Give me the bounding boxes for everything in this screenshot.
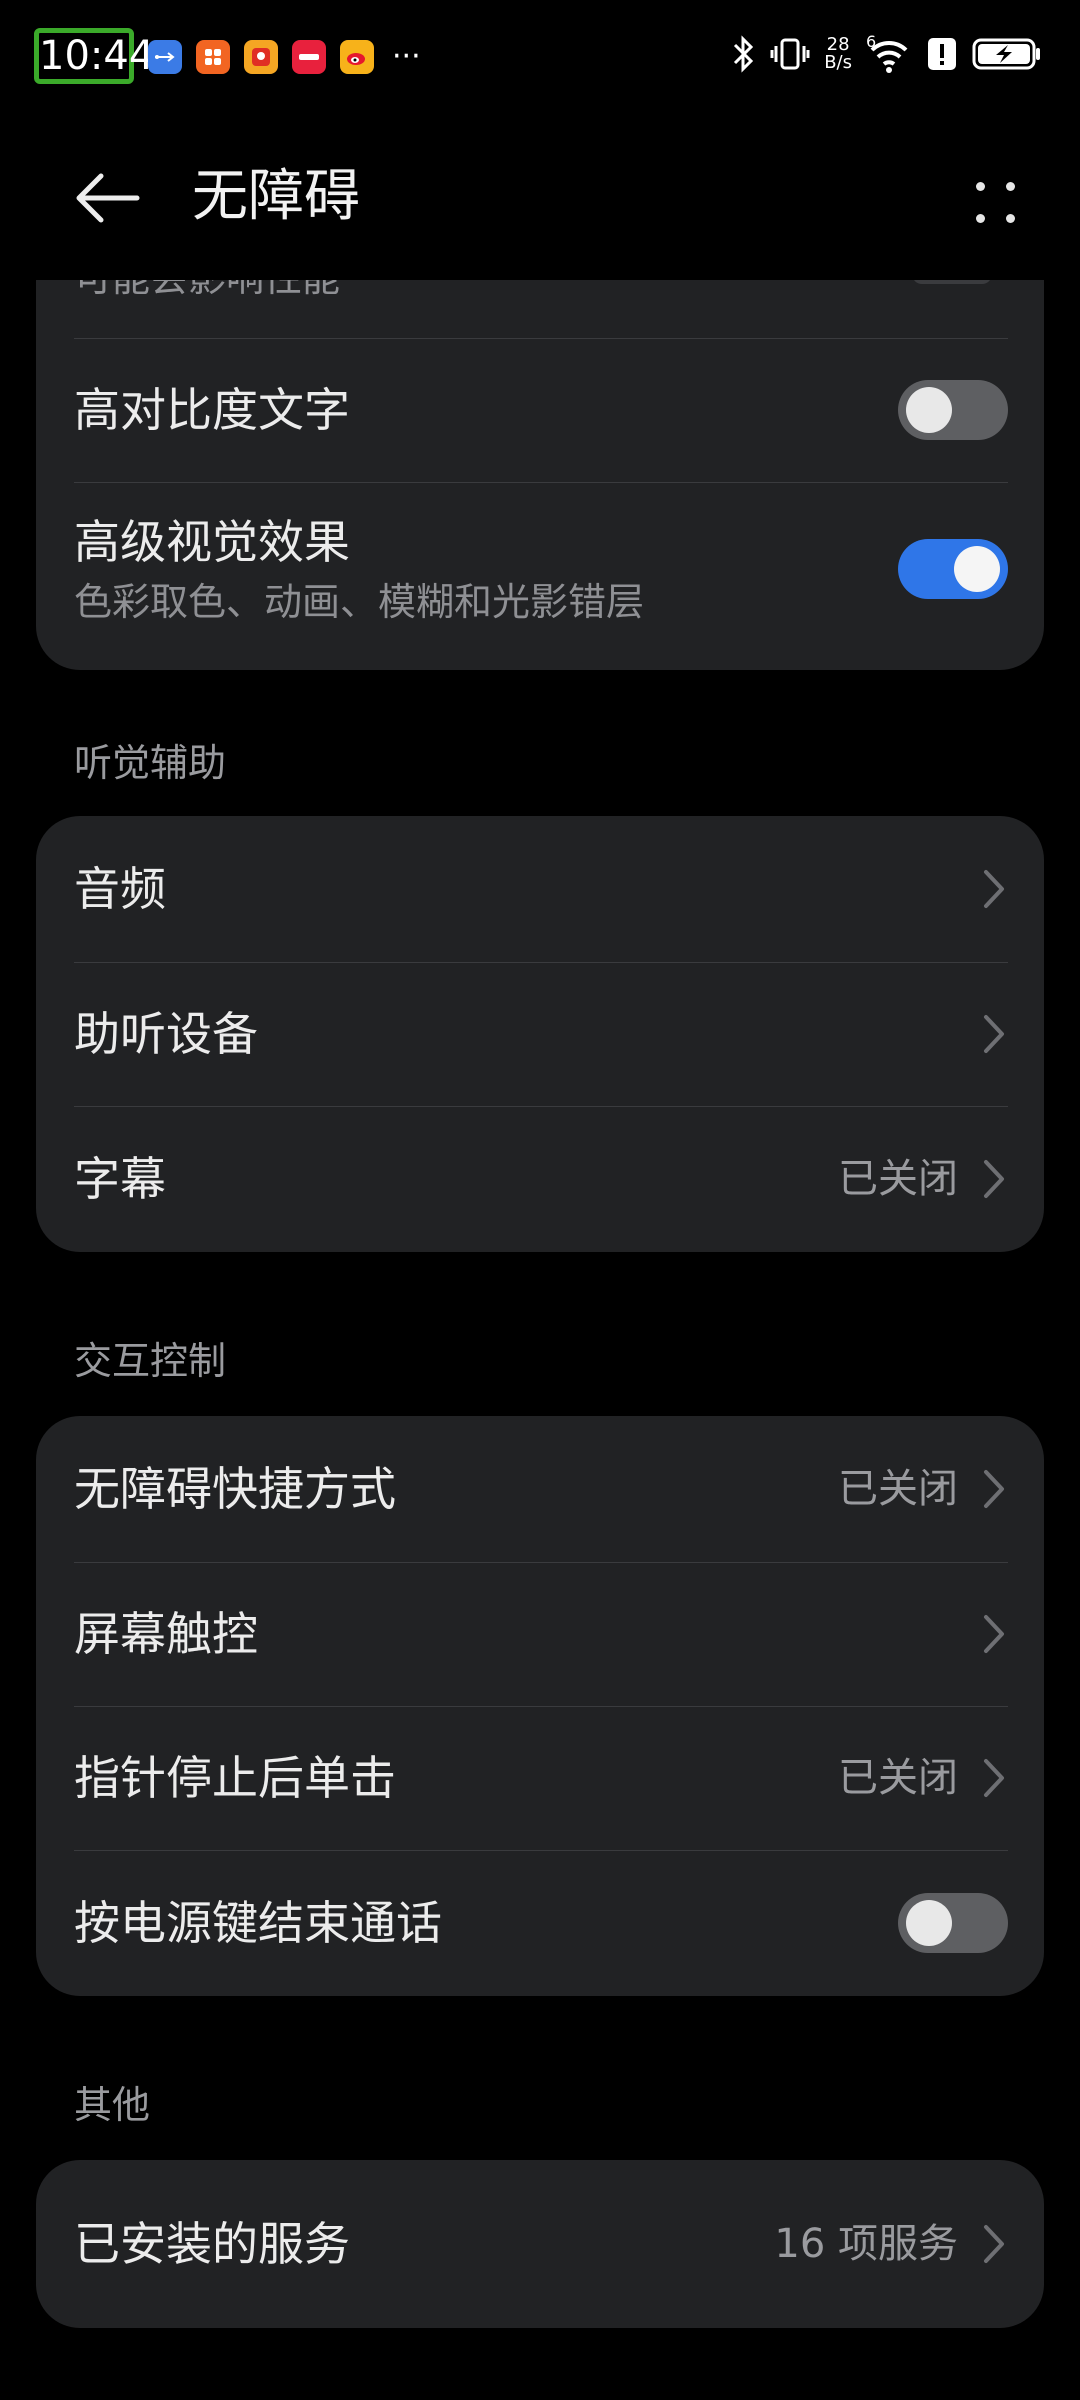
row-title: 助听设备 <box>74 1007 258 1061</box>
toggle-knob <box>954 546 1000 592</box>
back-button[interactable] <box>66 158 146 238</box>
section-label-interaction: 交互控制 <box>74 1339 227 1383</box>
more-options-dot <box>976 214 985 223</box>
more-options-button[interactable] <box>960 166 1030 236</box>
performance-note: 可能会影响性能 <box>74 280 340 302</box>
usb-icon <box>148 40 182 74</box>
more-notifications-icon: ··· <box>392 39 421 74</box>
dwell-click-row[interactable]: 指针停止后单击 已关闭 <box>36 1706 1044 1850</box>
row-title: 指针停止后单击 <box>74 1751 396 1805</box>
app-icon-red <box>292 40 326 74</box>
row-title: 字幕 <box>74 1152 166 1206</box>
power-ends-call-row[interactable]: 按电源键结束通话 <box>36 1850 1044 1996</box>
interaction-card: 无障碍快捷方式 已关闭 屏幕触控 指针停止后单击 已关闭 按电源键结束通话 <box>36 1416 1044 1996</box>
section-label-other: 其他 <box>74 2083 151 2127</box>
partial-toggle <box>912 280 992 284</box>
row-title: 无障碍快捷方式 <box>74 1462 396 1516</box>
chevron-right-icon <box>984 1470 1004 1508</box>
network-speed: 28 B/s <box>824 36 852 72</box>
high-contrast-text-toggle[interactable] <box>898 380 1008 440</box>
vibrate-icon <box>770 38 810 70</box>
advanced-visual-effects-row[interactable]: 高级视觉效果 色彩取色、动画、模糊和光影错层 <box>36 482 1044 656</box>
wifi-label: 6 <box>866 32 877 51</box>
bluetooth-icon <box>734 35 754 73</box>
chevron-right-icon <box>984 1615 1004 1653</box>
more-options-dot <box>1006 214 1015 223</box>
wifi-icon: 6 <box>866 32 912 74</box>
row-value: 已关闭 <box>838 1466 958 1512</box>
row-title: 按电源键结束通话 <box>74 1896 442 1950</box>
row-title: 屏幕触控 <box>74 1607 258 1661</box>
captions-row[interactable]: 字幕 已关闭 <box>36 1106 1044 1252</box>
system-icons: 28 B/s 6 <box>730 32 1042 74</box>
divider <box>74 1106 1008 1107</box>
chevron-right-icon <box>984 2225 1004 2263</box>
accessibility-shortcut-row[interactable]: 无障碍快捷方式 已关闭 <box>36 1416 1044 1562</box>
row-subtitle: 色彩取色、动画、模糊和光影错层 <box>74 580 645 624</box>
row-title: 高对比度文字 <box>74 383 350 437</box>
divider <box>74 1850 1008 1851</box>
app-icon-orange <box>196 40 230 74</box>
chevron-right-icon <box>984 1160 1004 1198</box>
app-icon-pinduoduo <box>244 40 278 74</box>
more-options-icon <box>976 182 985 191</box>
more-options-dot <box>1006 182 1015 191</box>
screen-touch-row[interactable]: 屏幕触控 <box>36 1562 1044 1706</box>
audio-row[interactable]: 音频 <box>36 816 1044 962</box>
toggle-knob <box>906 387 952 433</box>
status-bar: 10:44 ··· 28 B/s 6 <box>0 0 1080 110</box>
network-speed-unit: B/s <box>824 52 852 73</box>
row-value: 已关闭 <box>838 1156 958 1202</box>
row-title: 已安装的服务 <box>74 2217 350 2271</box>
chevron-right-icon <box>984 870 1004 908</box>
weibo-icon <box>340 40 374 74</box>
back-arrow-icon <box>76 173 140 223</box>
settings-list[interactable]: 可能会影响性能 高对比度文字 高级视觉效果 色彩取色、动画、模糊和光影错层 听觉… <box>0 280 1080 2400</box>
chevron-right-icon <box>984 1759 1004 1797</box>
divider <box>74 1706 1008 1707</box>
other-card: 已安装的服务 16 项服务 <box>36 2160 1044 2328</box>
row-title: 高级视觉效果 <box>74 515 350 569</box>
divider <box>74 482 1008 483</box>
row-value: 已关闭 <box>838 1755 958 1801</box>
page-title: 无障碍 <box>192 164 360 229</box>
hearing-aid-row[interactable]: 助听设备 <box>36 962 1044 1106</box>
divider <box>74 338 1008 339</box>
notification-icons: ··· <box>148 40 421 74</box>
app-bar: 无障碍 <box>0 130 1080 260</box>
row-title: 音频 <box>74 862 166 916</box>
row-value: 16 项服务 <box>774 2221 958 2267</box>
high-contrast-text-row[interactable]: 高对比度文字 <box>36 338 1044 482</box>
power-ends-call-toggle[interactable] <box>898 1893 1008 1953</box>
status-time: 10:44 <box>34 28 154 84</box>
alert-icon <box>928 38 956 70</box>
divider <box>74 962 1008 963</box>
chevron-right-icon <box>984 1015 1004 1053</box>
battery-charging-icon <box>972 38 1040 70</box>
section-label-hearing: 听觉辅助 <box>74 741 227 785</box>
advanced-visual-effects-toggle[interactable] <box>898 539 1008 599</box>
visual-settings-card: 可能会影响性能 高对比度文字 高级视觉效果 色彩取色、动画、模糊和光影错层 <box>36 280 1044 670</box>
divider <box>74 1562 1008 1563</box>
hearing-card: 音频 助听设备 字幕 已关闭 <box>36 816 1044 1252</box>
toggle-knob <box>906 1900 952 1946</box>
installed-services-row[interactable]: 已安装的服务 16 项服务 <box>36 2160 1044 2328</box>
